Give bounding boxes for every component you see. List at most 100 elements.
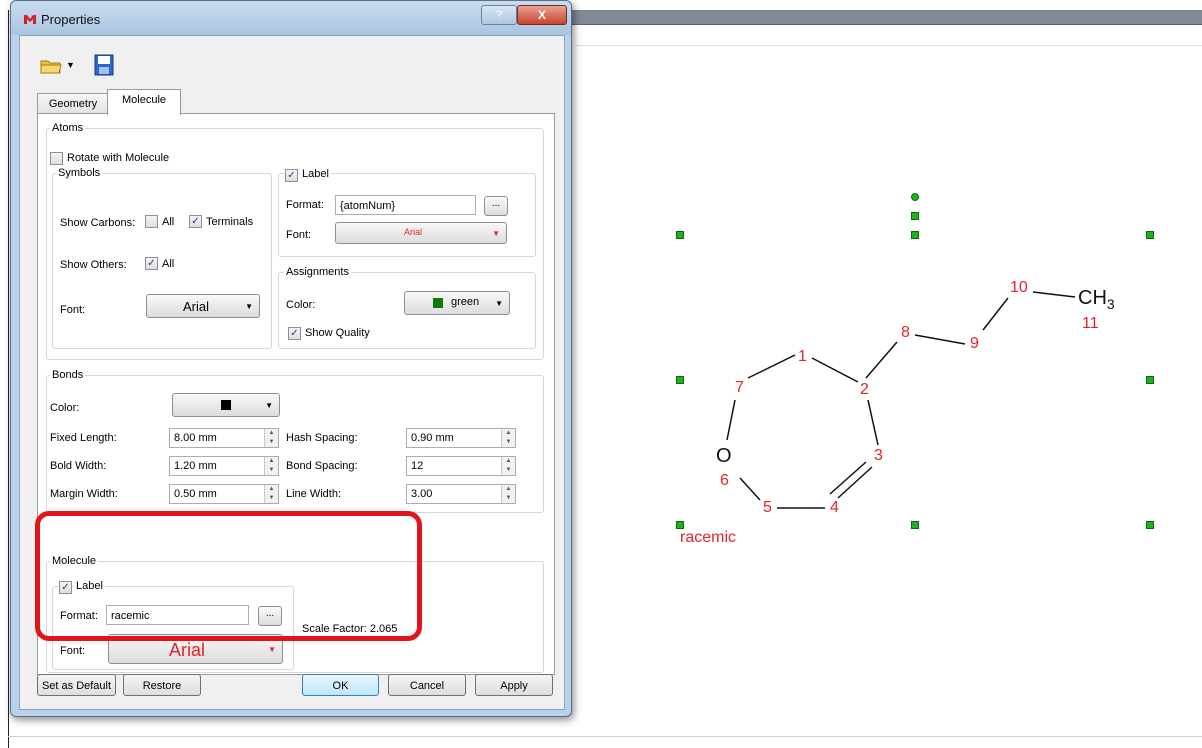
- bold-width-label: Bold Width:: [50, 460, 107, 472]
- molecule-font-label: Font:: [60, 645, 86, 657]
- chevron-down-icon: ▼: [492, 229, 500, 238]
- restore-button[interactable]: Restore: [123, 674, 201, 696]
- carbons-all-checkbox[interactable]: [145, 215, 158, 228]
- line-width-label: Line Width:: [286, 488, 342, 500]
- show-quality-label: Show Quality: [305, 327, 370, 339]
- ok-button[interactable]: OK: [302, 674, 379, 696]
- bold-width-spinner[interactable]: 1.20 mm ▲ ▼: [169, 456, 279, 476]
- atom-font-label: Font:: [286, 229, 312, 241]
- atom-format-input[interactable]: {atomNum}: [335, 195, 476, 215]
- spinner-arrows-icon[interactable]: ▲ ▼: [501, 457, 515, 475]
- handle[interactable]: [1146, 231, 1154, 239]
- margin-width-spinner[interactable]: 0.50 mm ▲ ▼: [169, 484, 279, 504]
- methyl-ch: CH: [1078, 287, 1107, 309]
- help-button[interactable]: ?: [481, 5, 517, 25]
- atom-format-label: Format:: [286, 199, 324, 211]
- bonds-color-select[interactable]: ▼: [172, 393, 280, 417]
- handle[interactable]: [676, 231, 684, 239]
- atom-number-3: 3: [874, 447, 883, 464]
- symbols-font-label: Font:: [60, 304, 86, 316]
- fixed-length-value: 8.00 mm: [174, 432, 217, 444]
- handle[interactable]: [911, 521, 919, 529]
- dropdown-arrow-icon[interactable]: ▼: [66, 60, 75, 70]
- bonds-color-label: Color:: [50, 402, 80, 414]
- others-all-checkbox[interactable]: ✓: [145, 257, 158, 270]
- spinner-arrows-icon[interactable]: ▲ ▼: [264, 485, 278, 503]
- atom-number-10: 10: [1010, 279, 1028, 296]
- atom-number-5: 5: [763, 499, 772, 516]
- margin-width-value: 0.50 mm: [174, 488, 217, 500]
- atom-number-4: 4: [830, 499, 839, 516]
- bonds-group-label: Bonds: [50, 369, 86, 382]
- rotate-with-molecule-checkbox[interactable]: [50, 152, 63, 165]
- set-as-default-button[interactable]: Set as Default: [37, 674, 116, 696]
- spinner-arrows-icon[interactable]: ▲ ▼: [264, 429, 278, 447]
- apply-button[interactable]: Apply: [475, 674, 553, 696]
- bond-spacing-label: Bond Spacing:: [286, 460, 358, 472]
- bond-spacing-value: 12: [411, 460, 424, 472]
- atom-number-6: 6: [720, 472, 729, 489]
- rotate-with-molecule-label: Rotate with Molecule: [67, 152, 170, 164]
- atom-font-select[interactable]: Arial ▼: [335, 222, 507, 244]
- close-button[interactable]: X: [517, 5, 567, 25]
- spinner-arrows-icon[interactable]: ▲ ▼: [501, 485, 515, 503]
- handle[interactable]: [676, 376, 684, 384]
- open-folder-icon[interactable]: [40, 58, 62, 74]
- chevron-down-icon: ▼: [265, 401, 273, 410]
- hash-spacing-label: Hash Spacing:: [286, 432, 358, 444]
- hash-spacing-spinner[interactable]: 0.90 mm ▲ ▼: [406, 428, 516, 448]
- show-quality-checkbox[interactable]: ✓: [288, 327, 301, 340]
- oxygen-atom: O: [716, 445, 732, 467]
- show-carbons-label: Show Carbons:: [60, 217, 136, 229]
- rotate-handle[interactable]: [911, 193, 919, 201]
- assignments-color-label: Color:: [286, 299, 316, 311]
- atom-number-9: 9: [970, 335, 979, 352]
- hash-spacing-value: 0.90 mm: [411, 432, 454, 444]
- color-swatch-icon: [433, 298, 443, 308]
- bond-spacing-spinner[interactable]: 12 ▲ ▼: [406, 456, 516, 476]
- handle[interactable]: [911, 231, 919, 239]
- assignments-color-select[interactable]: green ▼: [404, 291, 510, 315]
- tab-molecule[interactable]: Molecule: [107, 89, 181, 115]
- atom-number-1: 1: [798, 348, 807, 365]
- atom-number-2: 2: [860, 381, 869, 398]
- molecule-section-highlight: [35, 511, 422, 641]
- dialog-titlebar[interactable]: Properties ? X: [11, 1, 571, 35]
- terminals-checkbox[interactable]: ✓: [189, 215, 202, 228]
- show-others-label: Show Others:: [60, 259, 127, 271]
- dialog-title: Properties: [41, 12, 101, 27]
- save-icon[interactable]: [94, 54, 114, 76]
- molecule-font-value: Arial: [169, 640, 206, 660]
- line-width-spinner[interactable]: 3.00 ▲ ▼: [406, 484, 516, 504]
- symbols-group-label: Symbols: [56, 167, 103, 180]
- tab-geometry[interactable]: Geometry: [37, 93, 109, 114]
- spinner-arrows-icon[interactable]: ▲ ▼: [264, 457, 278, 475]
- atom-label-label: Label: [300, 168, 331, 181]
- assignments-group-label: Assignments: [284, 266, 351, 279]
- bold-width-value: 1.20 mm: [174, 460, 217, 472]
- rotate-stem-handle[interactable]: [911, 212, 919, 220]
- atom-number-11: 11: [1082, 315, 1099, 332]
- atom-label-checkbox[interactable]: ✓: [285, 169, 298, 182]
- atoms-group-label: Atoms: [50, 122, 86, 135]
- handle[interactable]: [1146, 521, 1154, 529]
- handle[interactable]: [1146, 376, 1154, 384]
- fixed-length-spinner[interactable]: 8.00 mm ▲ ▼: [169, 428, 279, 448]
- handle[interactable]: [676, 521, 684, 529]
- terminals-label: Terminals: [206, 216, 254, 228]
- chevron-down-icon: ▼: [245, 302, 253, 311]
- cancel-button[interactable]: Cancel: [388, 674, 466, 696]
- molecule-label-racemic[interactable]: racemic: [680, 530, 736, 546]
- methyl-group: CH3: [1078, 288, 1115, 311]
- spinner-arrows-icon[interactable]: ▲ ▼: [501, 429, 515, 447]
- methyl-subscript: 3: [1106, 296, 1115, 312]
- chevron-down-icon: ▼: [495, 299, 503, 308]
- atom-font-value: Arial: [404, 227, 423, 237]
- margin-width-label: Margin Width:: [50, 488, 118, 500]
- symbols-font-value: Arial: [183, 299, 210, 314]
- atom-format-browse-button[interactable]: ...: [484, 196, 508, 216]
- symbols-font-select[interactable]: Arial ▼: [146, 294, 260, 318]
- carbons-all-label: All: [162, 216, 175, 228]
- others-all-label: All: [162, 258, 175, 270]
- app-logo-icon: [24, 15, 36, 24]
